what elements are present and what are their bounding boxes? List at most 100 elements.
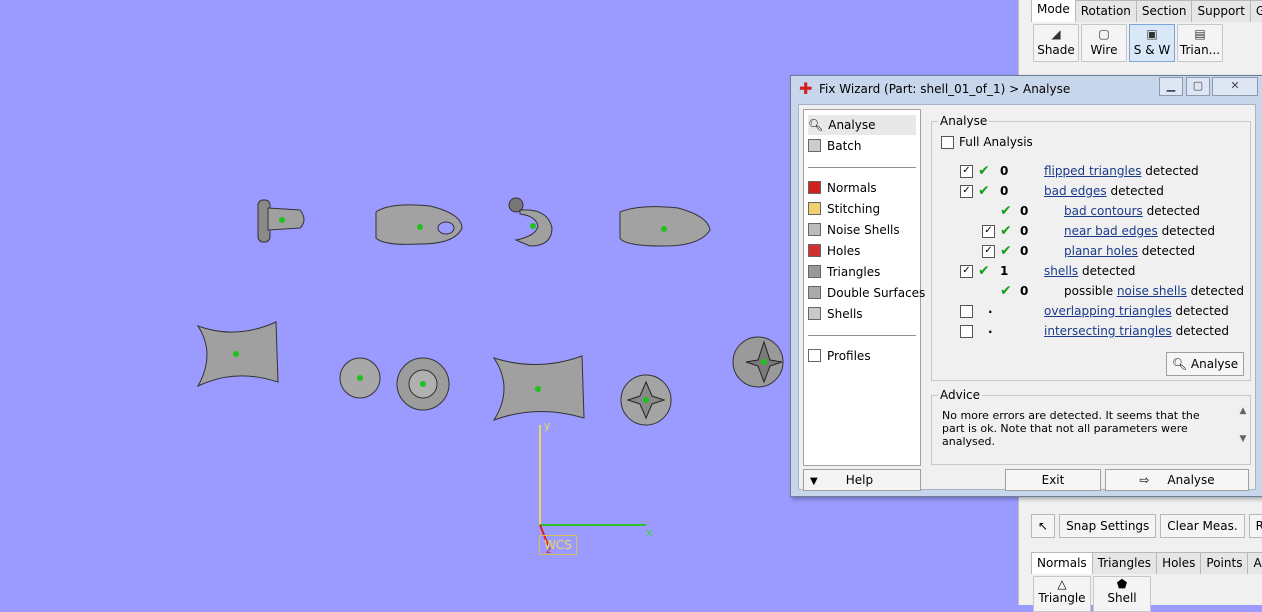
check-icon: ✔ [978,163,990,179]
nav-label: Shells [827,307,863,321]
scroll-down-icon: ▼ [1239,434,1247,444]
tab-grid[interactable]: Grid [1249,0,1262,22]
planar-holes-checkbox[interactable]: ✓ [982,245,995,258]
tab-normals[interactable]: Normals [1031,552,1093,574]
nav-item-batch[interactable]: Batch [808,136,916,156]
dialog-titlebar[interactable]: ✚ Fix Wizard (Part: shell_01_of_1) > Ana… [791,76,1262,102]
triangle-button[interactable]: △ Triangle [1033,576,1091,612]
wire-label: Wire [1090,43,1118,57]
nav-item-noise-shells[interactable]: Noise Shells [808,220,916,240]
nav-item-double-surfaces[interactable]: Double Surfaces [808,283,925,303]
nav-item-analyse[interactable]: 🔍︎ Analyse [808,115,916,135]
nav-label: Holes [827,244,861,258]
row-prefix: possible [1064,284,1117,298]
advice-scrollbar[interactable]: ▲ ▼ [1236,406,1250,452]
shade-wire-button[interactable]: ▣ S & W [1129,24,1175,62]
noise-shells-icon [808,223,821,236]
clear-meas-button[interactable]: Clear Meas. [1160,514,1245,538]
part-clip-3 [619,206,711,247]
bad-contours-link[interactable]: bad contours [1064,204,1143,218]
bad-edges-count: 0 [1000,184,1009,198]
snap-settings-button[interactable]: Snap Settings [1059,514,1157,538]
nav-item-shells[interactable]: Shells [808,304,916,324]
overlapping-triangles-checkbox[interactable] [960,305,973,318]
flipped-count: 0 [1000,164,1009,178]
shells-link[interactable]: shells [1044,264,1078,278]
flipped-triangles-row: flipped triangles detected [1044,164,1199,178]
marking-tabs: Normals Triangles Holes Points Auto [1031,552,1262,574]
nav-label: Analyse [828,118,876,132]
row-suffix: detected [1171,304,1229,318]
tab-auto[interactable]: Auto [1247,552,1262,574]
nav-item-holes[interactable]: Holes [808,241,916,261]
part-star-disc-2 [732,336,784,388]
check-icon: ✔ [978,183,990,199]
tab-mode[interactable]: Mode [1031,0,1076,22]
shell-button[interactable]: ⬟ Shell [1093,576,1151,612]
shade-button[interactable]: ◢ Shade [1033,24,1079,62]
help-button[interactable]: ▼ Help [803,469,921,491]
flipped-triangles-link[interactable]: flipped triangles [1044,164,1141,178]
intersecting-triangles-checkbox[interactable] [960,325,973,338]
nav-item-stitching[interactable]: Stitching [808,199,916,219]
part-disc [339,357,381,399]
noise-shells-count: 0 [1020,284,1029,298]
tab-holes[interactable]: Holes [1156,552,1202,574]
tab-triangles[interactable]: Triangles [1091,552,1158,574]
overlapping-triangles-row: overlapping triangles detected [1044,304,1229,318]
part-x-shape-2 [492,355,585,421]
tab-support[interactable]: Support [1191,0,1251,22]
full-analysis-checkbox[interactable] [941,136,954,149]
fix-wizard-icon: ✚ [799,79,813,98]
near-bad-edges-link[interactable]: near bad edges [1064,224,1158,238]
nav-label: Triangles [827,265,881,279]
nav-label: Noise Shells [827,223,900,237]
shells-checkbox[interactable]: ✓ [960,265,973,278]
shade-wire-label: S & W [1133,43,1171,57]
intersecting-triangles-link[interactable]: intersecting triangles [1044,324,1172,338]
tab-rotation[interactable]: Rotation [1074,0,1137,22]
wire-button[interactable]: ▢ Wire [1081,24,1127,62]
analyse-next-button[interactable]: ⇨ Analyse [1105,469,1249,491]
triangles-mode-icon: ▤ [1194,27,1206,41]
maximize-button[interactable]: ▢ [1186,77,1210,96]
check-icon: ✔ [1000,203,1012,219]
shells-icon [808,307,821,320]
row-suffix: detected [1142,204,1201,218]
minimize-button[interactable]: ▁ [1159,77,1183,96]
near-bad-edges-count: 0 [1020,224,1029,238]
near-bad-edges-checkbox[interactable]: ✓ [982,225,995,238]
triangles-mode-button[interactable]: ▤ Trian... [1177,24,1223,62]
nav-item-normals[interactable]: Normals [808,178,916,198]
triangles-icon [808,265,821,278]
check-icon: ✔ [978,263,990,279]
bad-edges-link[interactable]: bad edges [1044,184,1107,198]
overlapping-triangles-link[interactable]: overlapping triangles [1044,304,1172,318]
intersecting-triangles-row: intersecting triangles detected [1044,324,1229,338]
report-button[interactable]: Report [1248,514,1262,538]
analyse-next-label: Analyse [1167,473,1215,487]
nav-label: Batch [827,139,862,153]
pointer-button[interactable]: ↖ [1031,514,1056,538]
part-star-disc [620,374,672,426]
intersecting-count: . [988,322,993,336]
triangle-label: Triangle [1038,591,1086,605]
bad-edges-checkbox[interactable]: ✓ [960,185,973,198]
nav-item-profiles[interactable]: Profiles [808,346,916,366]
exit-button[interactable]: Exit [1005,469,1101,491]
help-label: Help [845,473,874,487]
close-button[interactable]: ✕ [1212,77,1258,96]
nav-item-triangles[interactable]: Triangles [808,262,916,282]
stitching-icon [808,202,821,215]
bad-contours-count: 0 [1020,204,1029,218]
planar-holes-link[interactable]: planar holes [1064,244,1138,258]
shade-icon: ◢ [1051,27,1061,41]
tab-points[interactable]: Points [1200,552,1249,574]
flipped-triangles-checkbox[interactable]: ✓ [960,165,973,178]
shell-icon: ⬟ [1116,577,1128,591]
analyse-run-button[interactable]: 🔍︎ Analyse [1166,352,1244,376]
noise-shells-link[interactable]: noise shells [1117,284,1187,298]
tab-section[interactable]: Section [1135,0,1193,22]
row-suffix: detected [1141,164,1199,178]
triangle-icon: △ [1057,577,1067,591]
